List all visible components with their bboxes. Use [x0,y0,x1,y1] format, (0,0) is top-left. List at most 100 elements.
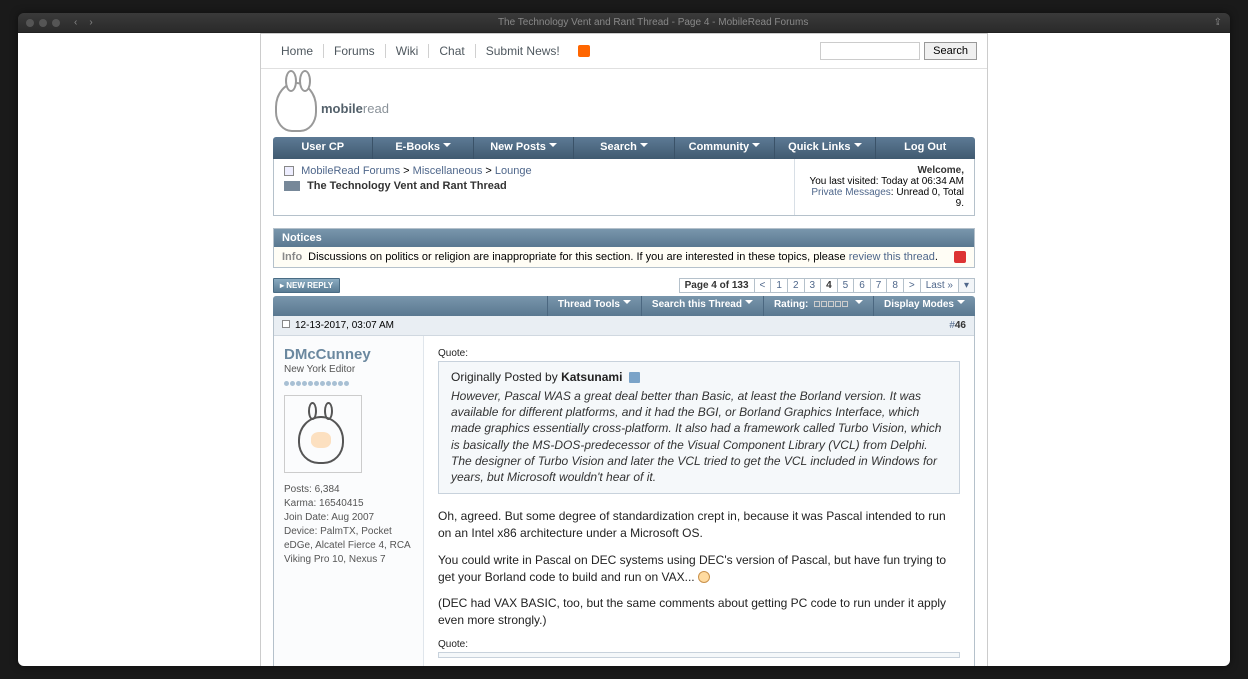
quote-box-2-truncated [438,652,960,658]
nav-ebooks[interactable]: E-Books [373,137,473,159]
post-paragraph-1: Oh, agreed. But some degree of standardi… [438,508,960,542]
search-button[interactable]: Search [924,42,977,60]
page-5[interactable]: 5 [837,278,855,293]
site-logo[interactable]: mobileread [273,77,391,137]
pagination: Page 4 of 133 < 1 2 3 4 5 6 7 8 > Last »… [680,278,975,293]
page-viewport[interactable]: Home Forums Wiki Chat Submit News! Searc… [18,33,1230,666]
post-body: DMcCunney New York Editor Posts: 6,384 [274,336,974,666]
topnav-home[interactable]: Home [271,44,324,58]
share-icon[interactable]: ⇪ [1214,17,1222,28]
topnav-chat[interactable]: Chat [429,44,475,58]
post-number: #46 [949,320,966,331]
user-stats: Posts: 6,384 Karma: 16540415 Join Date: … [284,483,413,567]
notices-header: Notices [274,229,974,247]
welcome-box: Welcome, You last visited: Today at 06:3… [794,159,974,215]
logo-text-light: read [363,101,389,116]
rss-icon[interactable] [578,45,590,57]
post-paragraph-2: You could write in Pascal on DEC systems… [438,552,960,586]
search-input[interactable] [820,42,920,60]
page-2[interactable]: 2 [787,278,805,293]
display-modes-menu[interactable]: Display Modes [873,296,975,316]
page-next[interactable]: > [903,278,921,293]
minimize-dot[interactable] [39,19,47,27]
private-messages: Private Messages: Unread 0, Total 9. [805,187,964,209]
nav-new-posts[interactable]: New Posts [474,137,574,159]
main-navbar: User CP E-Books New Posts Search Communi… [273,137,975,159]
last-visited: You last visited: Today at 06:34 AM [805,176,964,187]
new-reply-button[interactable]: NEW REPLY [273,278,340,293]
post-header: 12-13-2017, 03:07 AM #46 [274,316,974,336]
page-indicator: Page 4 of 133 [679,278,755,293]
page-menu-dropdown[interactable]: ▾ [958,278,975,293]
avatar[interactable] [284,395,362,473]
zoom-dot[interactable] [52,19,60,27]
avatar-image [298,404,348,464]
logo-area: mobileread [261,69,987,137]
rank-pips [284,378,413,389]
browser-window: ‹ › The Technology Vent and Rant Thread … [18,13,1230,666]
page-6[interactable]: 6 [853,278,871,293]
thread-title: The Technology Vent and Rant Thread [307,180,507,192]
quote-box: Originally Posted by Katsunami However, … [438,361,960,494]
back-button[interactable]: ‹ [74,17,77,28]
bc-lounge[interactable]: Lounge [495,165,532,177]
post-status-icon [282,320,290,328]
page-prev[interactable]: < [754,278,772,293]
traffic-lights [26,19,60,27]
nav-user-cp[interactable]: User CP [273,137,373,159]
close-dot[interactable] [26,19,34,27]
message-column: Quote: Originally Posted by Katsunami Ho… [424,336,974,666]
user-info-column: DMcCunney New York Editor Posts: 6,384 [274,336,424,666]
thread-tools-bar: Thread Tools Search this Thread Rating: … [273,296,975,316]
post-date: 12-13-2017, 03:07 AM [295,320,394,331]
welcome-label: Welcome, [805,165,964,176]
view-post-icon[interactable] [629,372,640,383]
pm-link[interactable]: Private Messages [811,187,890,198]
page-3[interactable]: 3 [804,278,822,293]
quote-attribution: Originally Posted by Katsunami [451,370,947,384]
nav-buttons: ‹ › [74,17,93,28]
info-tag: Info [282,251,302,263]
nav-search[interactable]: Search [574,137,674,159]
nav-log-out[interactable]: Log Out [876,137,975,159]
folder-icon [284,166,294,176]
breadcrumb-box: MobileRead Forums > Miscellaneous > Loun… [273,159,975,216]
topnav-wiki[interactable]: Wiki [386,44,430,58]
notices-box: Notices Info Discussions on politics or … [273,228,975,268]
reload-icon[interactable] [284,181,300,191]
notice-text: Discussions on politics or religion are … [308,251,938,263]
search-thread-menu[interactable]: Search this Thread [641,296,763,316]
post: 12-13-2017, 03:07 AM #46 DMcCunney New Y… [273,316,975,666]
user-title: New York Editor [284,364,413,375]
thread-tools-menu[interactable]: Thread Tools [547,296,641,316]
post-paragraph-3: (DEC had VAX BASIC, too, but the same co… [438,595,960,629]
notice-link[interactable]: review this thread [849,251,935,263]
topnav-forums[interactable]: Forums [324,44,386,58]
bc-forums[interactable]: MobileRead Forums [301,165,400,177]
page-7[interactable]: 7 [870,278,888,293]
window-title: The Technology Vent and Rant Thread - Pa… [93,17,1214,28]
rating-stars-icon [814,299,849,310]
nav-community[interactable]: Community [675,137,775,159]
topnav-submit-news[interactable]: Submit News! [476,44,570,58]
breadcrumb: MobileRead Forums > Miscellaneous > Loun… [274,159,794,215]
header-search: Search [820,42,977,60]
logo-text-bold: mobile [321,101,363,116]
quote-label-1: Quote: [438,348,960,359]
bc-misc[interactable]: Miscellaneous [413,165,483,177]
nav-quick-links[interactable]: Quick Links [775,137,875,159]
quoted-text: However, Pascal WAS a great deal better … [451,388,947,485]
toolbar-row: NEW REPLY Page 4 of 133 < 1 2 3 4 5 6 7 … [273,278,975,293]
top-nav: Home Forums Wiki Chat Submit News! Searc… [261,34,987,69]
smiley-icon [698,571,710,583]
page-last[interactable]: Last » [920,278,959,293]
rating-menu[interactable]: Rating: [763,296,873,316]
dismiss-notice-icon[interactable] [954,251,966,263]
window-titlebar: ‹ › The Technology Vent and Rant Thread … [18,13,1230,33]
post-author-link[interactable]: DMcCunney [284,346,413,363]
notice-body: Info Discussions on politics or religion… [274,247,974,267]
page-content: Home Forums Wiki Chat Submit News! Searc… [260,33,988,666]
quote-label-2: Quote: [438,639,960,650]
page-1[interactable]: 1 [770,278,788,293]
page-8[interactable]: 8 [886,278,904,293]
